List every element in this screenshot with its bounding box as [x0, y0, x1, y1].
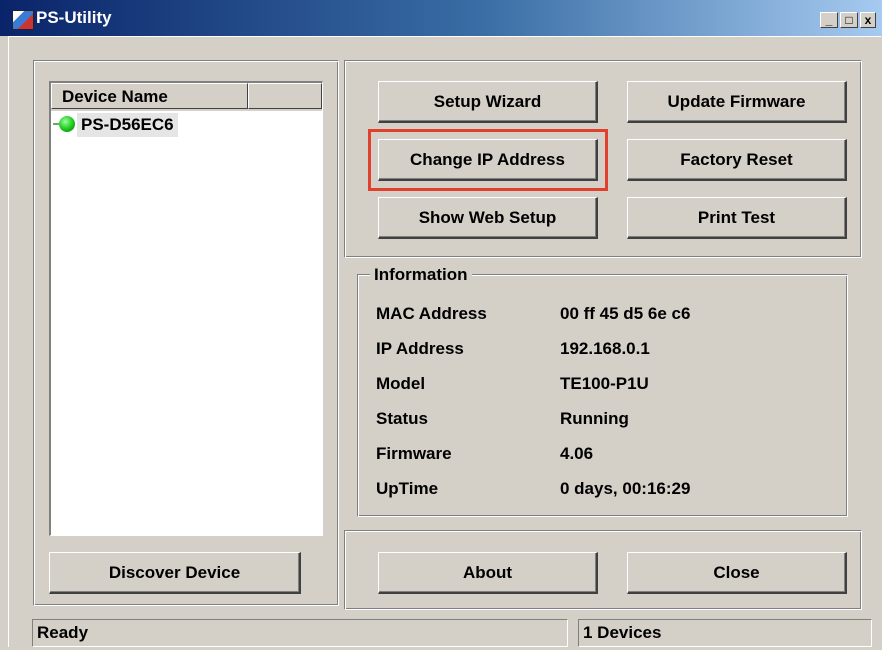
window-title: PS-Utility	[36, 8, 112, 27]
update-firmware-button[interactable]: Update Firmware	[627, 81, 847, 123]
ip-address-label: IP Address	[376, 339, 464, 358]
uptime-label: UpTime	[376, 479, 439, 498]
setup-wizard-button[interactable]: Setup Wizard	[378, 81, 598, 123]
device-count: 1 Devices	[578, 619, 872, 647]
column-header-blank[interactable]	[248, 83, 322, 109]
minimize-button[interactable]: _	[820, 12, 838, 28]
device-list[interactable]: Device Name PS-D56EC6	[49, 81, 323, 536]
information-title: Information	[370, 264, 472, 286]
print-test-button[interactable]: Print Test	[627, 197, 847, 239]
mac-address-label: MAC Address	[376, 304, 487, 323]
status-label: Status	[376, 409, 428, 428]
column-header-device-name[interactable]: Device Name	[51, 83, 248, 109]
app-icon	[12, 10, 34, 30]
factory-reset-button[interactable]: Factory Reset	[627, 139, 847, 181]
uptime-value: 0 days, 00:16:29	[560, 479, 691, 498]
ip-address-value: 192.168.0.1	[560, 339, 650, 358]
firmware-label: Firmware	[376, 444, 452, 463]
model-value: TE100-P1U	[560, 374, 649, 393]
close-button[interactable]: Close	[627, 552, 847, 594]
status-text: Ready	[32, 619, 568, 647]
about-button[interactable]: About	[378, 552, 598, 594]
model-label: Model	[376, 374, 426, 393]
device-online-icon	[53, 116, 75, 132]
maximize-button[interactable]: □	[840, 12, 858, 28]
mac-address-value: 00 ff 45 d5 6e c6	[560, 304, 691, 323]
close-window-button[interactable]: x	[860, 12, 876, 28]
discover-device-button[interactable]: Discover Device	[49, 552, 301, 594]
title-bar[interactable]: PS-Utility _ □ x	[0, 0, 882, 36]
status-value: Running	[560, 409, 629, 428]
device-list-header: Device Name	[51, 83, 322, 111]
show-web-setup-button[interactable]: Show Web Setup	[378, 197, 598, 239]
firmware-value: 4.06	[560, 444, 594, 463]
highlight-box	[368, 129, 608, 191]
device-name: PS-D56EC6	[77, 113, 178, 137]
